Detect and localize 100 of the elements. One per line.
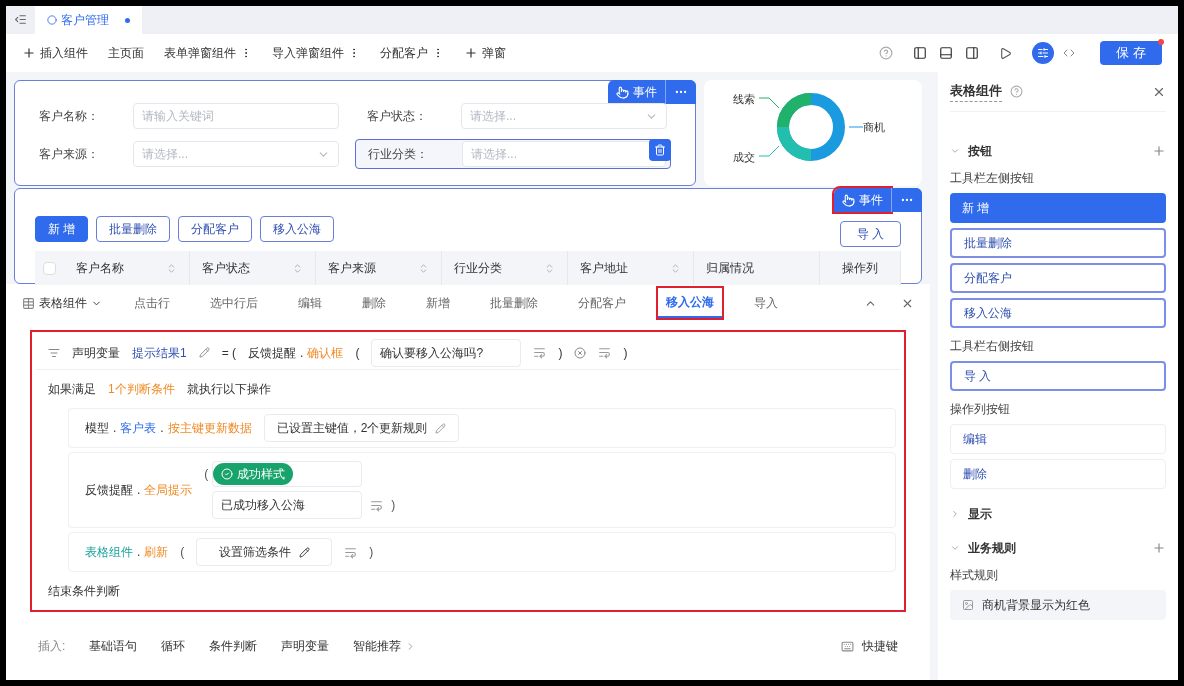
- table-toolbar-button[interactable]: 批量删除: [96, 216, 171, 242]
- page-tab[interactable]: 客户管理: [35, 6, 142, 34]
- filter-form-card[interactable]: 事件 客户名称： 请输入关键词 客户状态： 请选择... 客户来源： 请选择... 行业分类： 请选择...: [14, 80, 696, 186]
- import-button[interactable]: 导 入: [839, 221, 901, 247]
- more-button[interactable]: [891, 188, 922, 212]
- right-panel-icon[interactable]: [965, 46, 980, 60]
- message-field[interactable]: 确认要移入公海吗?: [371, 338, 522, 367]
- bottom-panel-icon[interactable]: [939, 46, 954, 60]
- keyboard-icon: [841, 639, 854, 653]
- expression-part[interactable]: 模型: [85, 419, 109, 437]
- paren: (: [204, 466, 209, 483]
- button-config-item[interactable]: 新 增: [950, 193, 1166, 223]
- shortcut-button[interactable]: 快捷键: [841, 637, 898, 655]
- table-card[interactable]: 事件 新 增 批量删除 分配客户 移入公海 导 入 客户名称 客户状态 客户来源 行业分类 客户地址 归属情况 操作列: [14, 188, 922, 284]
- paren: (: [355, 344, 360, 362]
- paren: ): [623, 344, 628, 362]
- collapse-caret-icon[interactable]: [950, 543, 960, 553]
- collapse-caret-icon[interactable]: [950, 146, 960, 156]
- group-label: 工具栏右侧按钮: [950, 338, 1035, 355]
- code-icon: [1063, 47, 1076, 59]
- event-tab[interactable]: 选中行后: [202, 288, 266, 318]
- event-tab[interactable]: 新增: [418, 288, 458, 318]
- insert-option[interactable]: 条件判断: [209, 637, 258, 655]
- expression-part[interactable]: 反馈提醒: [248, 343, 297, 362]
- button-config-item[interactable]: 分配客户: [950, 263, 1166, 293]
- paren: ): [391, 497, 396, 514]
- insert-option[interactable]: 基础语句: [89, 637, 138, 655]
- table-toolbar-button[interactable]: 新 增: [35, 216, 89, 242]
- event-button[interactable]: 事件: [834, 188, 891, 212]
- sort-icon[interactable]: [418, 262, 429, 274]
- button-config-item[interactable]: 导 入: [950, 361, 1166, 391]
- paren: ): [558, 344, 563, 362]
- insert-component-button[interactable]: 插入组件: [22, 44, 88, 62]
- wrap-text-icon[interactable]: [598, 346, 612, 359]
- save-button[interactable]: 保 存: [1100, 41, 1162, 65]
- button-config-item[interactable]: 批量删除: [950, 228, 1166, 258]
- expression-part[interactable]: 反馈提醒: [85, 481, 133, 499]
- edit-icon[interactable]: [198, 347, 210, 358]
- value-field[interactable]: 已成功移入公海: [212, 491, 363, 519]
- event-tab[interactable]: 点击行: [126, 288, 178, 318]
- expression-part[interactable]: 客户表: [120, 419, 157, 437]
- page-link[interactable]: 分配客户: [380, 44, 428, 62]
- table-toolbar-button[interactable]: 移入公海: [260, 216, 335, 242]
- button-config-item[interactable]: 移入公海: [950, 298, 1166, 328]
- variable-name[interactable]: 提示结果1: [132, 343, 187, 362]
- help-icon[interactable]: [879, 46, 894, 60]
- more-button[interactable]: [665, 80, 696, 104]
- button-config-item[interactable]: 删除: [950, 459, 1166, 489]
- table-toolbar-button[interactable]: 分配客户: [178, 216, 253, 242]
- end-condition-text: 结束条件判断: [48, 583, 120, 600]
- filter-icon: [48, 346, 60, 359]
- sort-icon[interactable]: [544, 262, 555, 274]
- event-tab[interactable]: 删除: [354, 288, 394, 318]
- event-tab[interactable]: 分配客户: [570, 288, 634, 318]
- play-icon[interactable]: [999, 46, 1013, 60]
- edit-icon: [435, 422, 447, 434]
- settings-view-toggle[interactable]: [1032, 42, 1055, 64]
- button-config-item[interactable]: 编辑: [950, 424, 1166, 454]
- add-icon[interactable]: [1152, 144, 1166, 158]
- delete-button[interactable]: [649, 139, 671, 161]
- select-all-checkbox[interactable]: [43, 261, 56, 275]
- wrap-text-icon[interactable]: [344, 545, 358, 559]
- event-tab[interactable]: 批量删除: [482, 288, 546, 318]
- event-tab[interactable]: 移入公海: [658, 288, 722, 318]
- add-icon[interactable]: [1152, 541, 1166, 555]
- help-icon[interactable]: [1010, 85, 1023, 98]
- insert-option[interactable]: 循环: [161, 637, 186, 655]
- event-button[interactable]: 事件: [608, 80, 665, 104]
- check-icon: [221, 468, 234, 480]
- section-title: 按钮: [968, 143, 992, 160]
- group-label: 操作列按钮: [950, 401, 1011, 418]
- wrap-text-icon[interactable]: [370, 498, 384, 512]
- insert-option[interactable]: 声明变量: [281, 637, 330, 655]
- expand-caret-icon[interactable]: [950, 509, 960, 519]
- page-link[interactable]: 主页面: [108, 44, 144, 62]
- field-label: 客户名称：: [38, 108, 100, 125]
- component-select[interactable]: 表格组件: [22, 294, 102, 312]
- wrap-text-icon[interactable]: [533, 346, 547, 359]
- clear-icon[interactable]: [574, 346, 587, 359]
- add-popup-button[interactable]: 弹窗: [464, 44, 506, 62]
- paren: ): [369, 544, 374, 561]
- event-tab[interactable]: 导入: [746, 288, 786, 318]
- sort-icon[interactable]: [166, 262, 177, 274]
- page-link[interactable]: 表单弹窗组件: [164, 44, 236, 62]
- chart-label: 成交: [733, 150, 755, 165]
- left-panel-icon[interactable]: [913, 46, 928, 60]
- value-field[interactable]: 已设置主键值，2个更新规则: [263, 414, 460, 442]
- separator-dot: .: [113, 420, 117, 437]
- selected-form-item[interactable]: 行业分类： 请选择...: [355, 139, 671, 169]
- menu-icon[interactable]: [14, 13, 27, 26]
- sort-icon[interactable]: [670, 262, 681, 274]
- sort-icon[interactable]: [292, 262, 303, 274]
- event-tab[interactable]: 编辑: [290, 288, 330, 318]
- style-rule-item[interactable]: 商机背景显示为红色: [950, 590, 1166, 620]
- page-link[interactable]: 导入弹窗组件: [272, 44, 344, 62]
- page-icon: [47, 15, 57, 25]
- table-icon: [22, 296, 35, 310]
- filter-condition-field[interactable]: 设置筛选条件: [196, 538, 333, 566]
- panel-title: 表格组件: [950, 81, 1002, 102]
- insert-option[interactable]: 智能推荐: [353, 637, 417, 655]
